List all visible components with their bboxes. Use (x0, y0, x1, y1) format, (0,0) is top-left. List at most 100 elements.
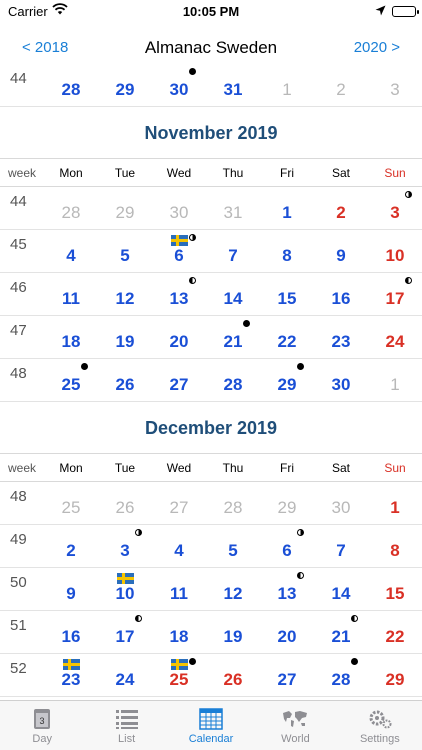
weekday-label: Fri (280, 165, 294, 180)
day-cell[interactable]: 15 (260, 273, 314, 315)
tab-day[interactable]: 3 Day (0, 701, 84, 750)
day-cell[interactable]: 24 (368, 316, 422, 358)
day-number: 17 (385, 289, 405, 308)
day-cell[interactable]: 23 (44, 654, 98, 696)
calendar-scroll-view[interactable]: 44 28 29 30 31 1 2 3 November 2019 week Mon Tue Wed T… (0, 64, 422, 700)
week-row: 50 9 10 11 12 13 14 15 (0, 568, 422, 611)
day-cell[interactable]: 29 (260, 359, 314, 401)
day-cell[interactable]: 7 (206, 230, 260, 272)
day-cell[interactable]: 22 (260, 316, 314, 358)
day-cell[interactable]: 3 (98, 525, 152, 567)
day-cell[interactable]: 1 (368, 359, 422, 401)
day-cell[interactable]: 6 (152, 230, 206, 272)
day-cell[interactable]: 1 (260, 187, 314, 229)
day-cell[interactable]: 28 (206, 359, 260, 401)
day-cell[interactable]: 19 (206, 611, 260, 653)
day-cell[interactable]: 16 (44, 611, 98, 653)
day-cell[interactable]: 5 (206, 525, 260, 567)
day-cell[interactable]: 1 (260, 64, 314, 106)
day-number: 2 (336, 80, 346, 99)
day-cell[interactable]: 19 (98, 316, 152, 358)
day-cell[interactable]: 21 (206, 316, 260, 358)
day-cell[interactable]: 29 (368, 654, 422, 696)
day-cell[interactable]: 26 (206, 654, 260, 696)
day-cell[interactable]: 3 (368, 64, 422, 106)
day-cell[interactable]: 14 (314, 568, 368, 610)
day-cell[interactable]: 12 (98, 273, 152, 315)
day-cell[interactable]: 27 (152, 482, 206, 524)
day-cell[interactable]: 9 (314, 230, 368, 272)
day-cell[interactable]: 2 (314, 64, 368, 106)
day-cell[interactable]: 11 (44, 273, 98, 315)
moon-last-icon (297, 572, 304, 579)
day-cell[interactable]: 2 (314, 187, 368, 229)
navigation-bar: < 2018 Almanac Sweden 2020 > (0, 30, 422, 64)
day-cell[interactable]: 27 (152, 359, 206, 401)
day-number: 19 (115, 332, 135, 351)
day-cell[interactable]: 10 (368, 230, 422, 272)
day-number: 31 (223, 80, 243, 99)
tab-calendar[interactable]: Calendar (169, 701, 253, 750)
day-cell[interactable]: 25 (44, 359, 98, 401)
day-cell[interactable]: 16 (314, 273, 368, 315)
day-cell[interactable]: 14 (206, 273, 260, 315)
day-cell[interactable]: 30 (314, 359, 368, 401)
day-number: 31 (223, 203, 243, 222)
day-cell[interactable]: 29 (98, 187, 152, 229)
day-number: 7 (336, 541, 346, 560)
day-cell[interactable]: 3 (368, 187, 422, 229)
day-cell[interactable]: 28 (44, 64, 98, 106)
day-cell[interactable]: 20 (260, 611, 314, 653)
day-cell[interactable]: 7 (314, 525, 368, 567)
day-cell[interactable]: 20 (152, 316, 206, 358)
tab-settings[interactable]: Settings (338, 701, 422, 750)
day-cell[interactable]: 15 (368, 568, 422, 610)
tab-world[interactable]: World (253, 701, 337, 750)
day-cell[interactable]: 8 (368, 525, 422, 567)
world-map-icon (253, 707, 337, 731)
day-cell[interactable]: 12 (206, 568, 260, 610)
day-cell[interactable]: 1 (368, 482, 422, 524)
day-cell[interactable]: 21 (314, 611, 368, 653)
day-cell[interactable]: 23 (314, 316, 368, 358)
day-cell[interactable]: 31 (206, 64, 260, 106)
day-cell[interactable]: 2 (44, 525, 98, 567)
day-cell[interactable]: 28 (314, 654, 368, 696)
day-cell[interactable]: 13 (260, 568, 314, 610)
day-cell[interactable]: 30 (152, 187, 206, 229)
day-cell[interactable]: 18 (152, 611, 206, 653)
day-cell[interactable]: 26 (98, 359, 152, 401)
day-cell[interactable]: 9 (44, 568, 98, 610)
day-cell[interactable]: 22 (368, 611, 422, 653)
day-cell[interactable]: 11 (152, 568, 206, 610)
week-number: 51 (10, 617, 27, 634)
day-cell[interactable]: 24 (98, 654, 152, 696)
next-year-button[interactable]: 2020 > (354, 39, 400, 56)
day-cell[interactable]: 25 (44, 482, 98, 524)
day-cell[interactable]: 30 (152, 64, 206, 106)
weekday-label: Sat (331, 460, 350, 475)
day-cell[interactable]: 25 (152, 654, 206, 696)
day-cell[interactable]: 29 (98, 64, 152, 106)
day-cell[interactable]: 18 (44, 316, 98, 358)
day-cell[interactable]: 6 (260, 525, 314, 567)
week-row: 51 16 17 18 19 20 21 22 (0, 611, 422, 654)
day-cell[interactable]: 17 (98, 611, 152, 653)
day-cell[interactable]: 27 (260, 654, 314, 696)
day-cell[interactable]: 4 (152, 525, 206, 567)
day-cell[interactable]: 28 (206, 482, 260, 524)
day-cell[interactable]: 13 (152, 273, 206, 315)
day-cell[interactable]: 28 (44, 187, 98, 229)
day-cell[interactable]: 4 (44, 230, 98, 272)
day-cell[interactable]: 8 (260, 230, 314, 272)
day-cell[interactable]: 31 (206, 187, 260, 229)
day-cell[interactable]: 5 (98, 230, 152, 272)
tab-list[interactable]: List (84, 701, 168, 750)
day-cell[interactable]: 10 (98, 568, 152, 610)
day-cell[interactable]: 29 (260, 482, 314, 524)
day-number: 24 (385, 332, 405, 351)
day-cell[interactable]: 17 (368, 273, 422, 315)
day-cell[interactable]: 30 (314, 482, 368, 524)
day-cell[interactable]: 26 (98, 482, 152, 524)
day-number: 30 (169, 80, 189, 99)
